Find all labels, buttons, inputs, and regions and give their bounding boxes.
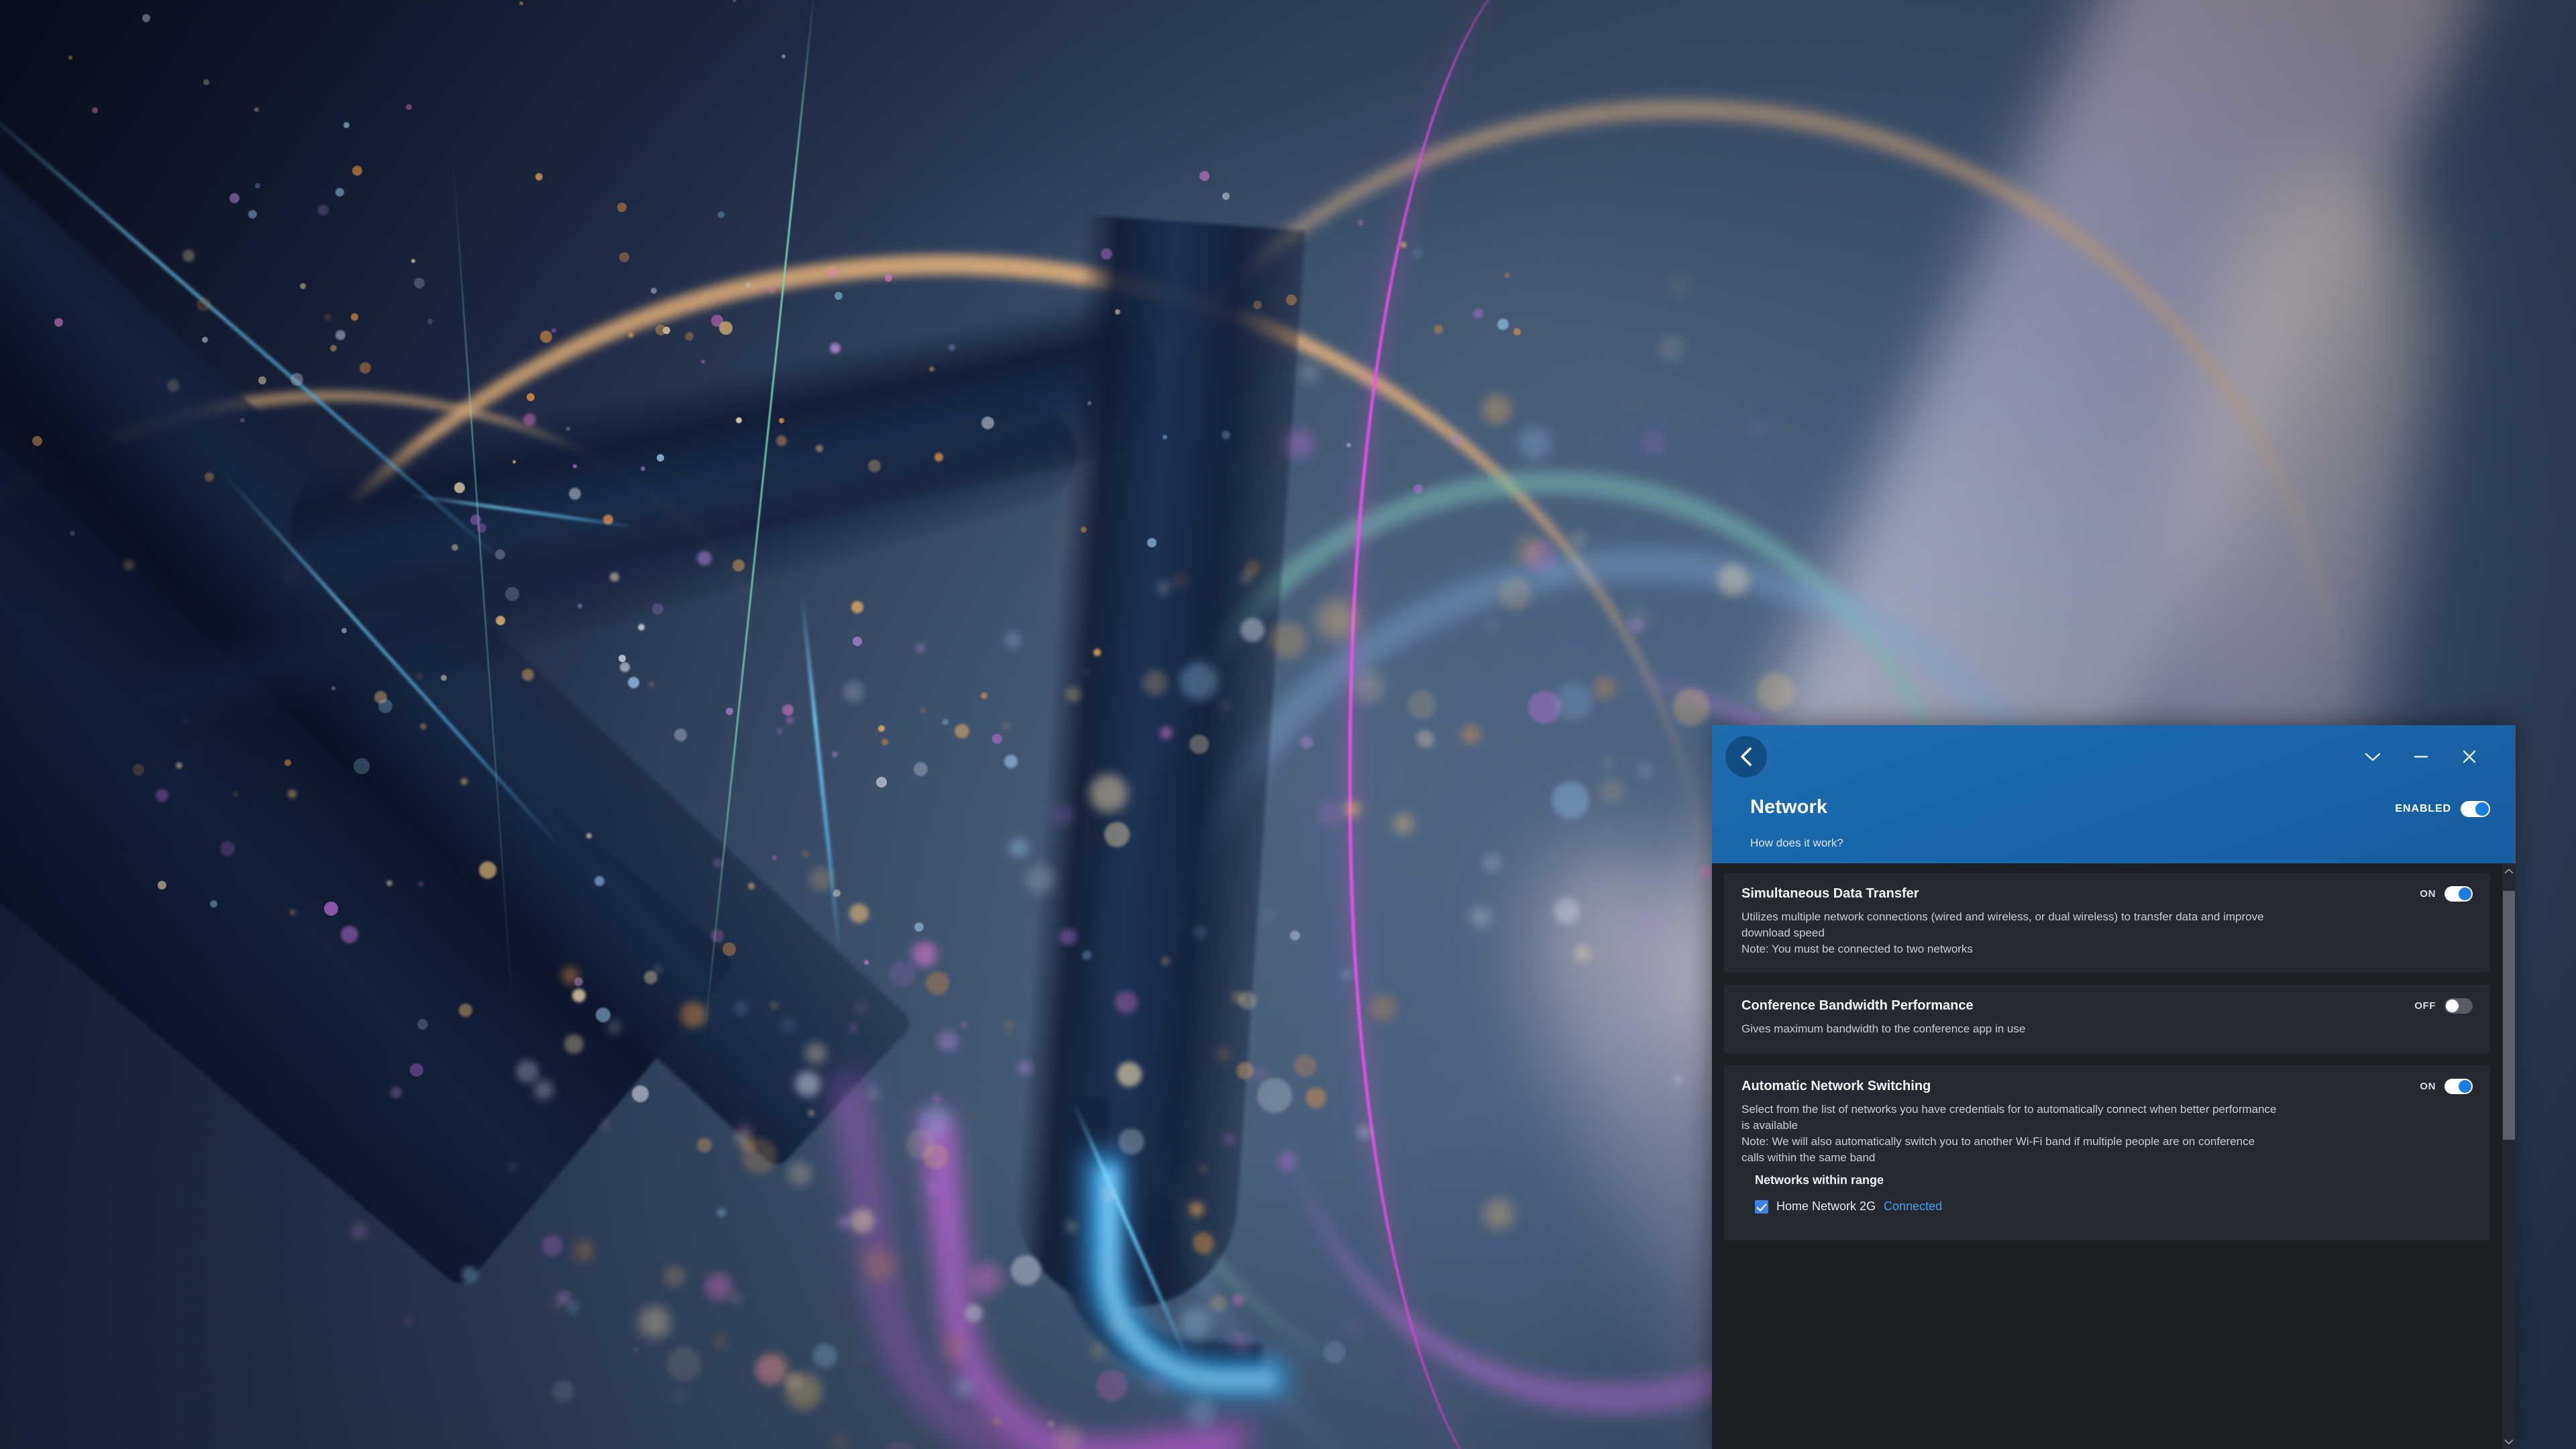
setting-toggle[interactable] (2445, 1079, 2473, 1094)
toggle-knob (2475, 802, 2489, 816)
network-checkbox[interactable] (1755, 1200, 1768, 1214)
setting-description: Gives maximum bandwidth to the conferenc… (1741, 1021, 2278, 1037)
setting-description: Utilizes multiple network connections (w… (1741, 909, 2278, 957)
setting-title: Conference Bandwidth Performance (1741, 998, 1974, 1014)
network-enabled-control[interactable]: ENABLED (2395, 801, 2490, 817)
setting-card-conference-bandwidth-performance[interactable]: Conference Bandwidth Performance OFF Giv… (1724, 985, 2490, 1053)
close-button[interactable] (2451, 739, 2487, 775)
setting-card-automatic-network-switching[interactable]: Automatic Network Switching ON Select fr… (1724, 1065, 2490, 1240)
setting-card-header: Simultaneous Data Transfer ON (1741, 886, 2473, 902)
setting-toggle[interactable] (2445, 998, 2473, 1014)
toggle-knob (2446, 1000, 2459, 1012)
network-settings-window: Network ENABLED How does it work? Simult… (1712, 725, 2516, 1449)
page-title: Network (1750, 796, 1827, 818)
network-enabled-toggle[interactable] (2461, 801, 2490, 817)
setting-title: Simultaneous Data Transfer (1741, 886, 1919, 902)
chevron-up-icon (2504, 868, 2514, 874)
setting-toggle-group[interactable]: OFF (2414, 998, 2473, 1014)
minimize-icon (2413, 751, 2429, 762)
settings-scroll-viewport: Simultaneous Data Transfer ON Utilizes m… (1712, 863, 2516, 1449)
setting-state-label: OFF (2414, 1000, 2436, 1012)
minimize-button[interactable] (2403, 739, 2439, 775)
scroll-down-button[interactable] (2502, 1434, 2516, 1449)
setting-card-header: Conference Bandwidth Performance OFF (1741, 998, 2473, 1014)
enabled-label: ENABLED (2395, 803, 2451, 815)
setting-card-header: Automatic Network Switching ON (1741, 1079, 2473, 1094)
network-name: Home Network 2G (1776, 1199, 1876, 1214)
close-icon (2462, 749, 2477, 764)
setting-state-label: ON (2420, 1081, 2436, 1092)
networks-within-range-title: Networks within range (1755, 1173, 2473, 1187)
chevron-down-icon (2504, 1439, 2514, 1445)
setting-state-label: ON (2420, 888, 2436, 900)
vertical-scrollbar[interactable] (2502, 863, 2516, 1449)
network-status: Connected (1884, 1199, 1942, 1214)
settings-list: Simultaneous Data Transfer ON Utilizes m… (1712, 863, 2502, 1449)
toggle-knob (2459, 1080, 2471, 1093)
scrollbar-thumb[interactable] (2503, 891, 2515, 1140)
network-list-item[interactable]: Home Network 2G Connected (1755, 1199, 2473, 1214)
setting-card-simultaneous-data-transfer[interactable]: Simultaneous Data Transfer ON Utilizes m… (1724, 873, 2490, 973)
setting-toggle-group[interactable]: ON (2420, 886, 2473, 902)
setting-toggle-group[interactable]: ON (2420, 1079, 2473, 1094)
window-header: Network ENABLED How does it work? (1712, 725, 2516, 863)
chevron-down-icon (2364, 751, 2381, 762)
scroll-up-button[interactable] (2502, 863, 2516, 878)
setting-description: Select from the list of networks you hav… (1741, 1102, 2278, 1165)
setting-toggle[interactable] (2445, 886, 2473, 902)
chevron-left-icon (1737, 745, 1755, 768)
back-button[interactable] (1725, 736, 1767, 777)
setting-title: Automatic Network Switching (1741, 1079, 1931, 1094)
collapse-button[interactable] (2355, 739, 2391, 775)
toggle-knob (2459, 888, 2471, 900)
how-does-it-work-link[interactable]: How does it work? (1750, 837, 1843, 850)
